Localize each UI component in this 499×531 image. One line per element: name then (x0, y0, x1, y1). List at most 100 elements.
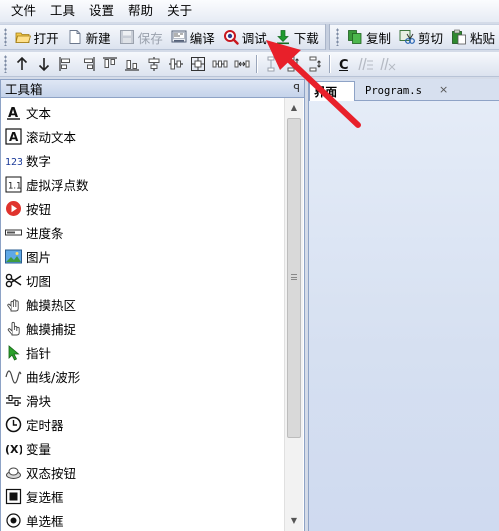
space-vertical-increase-icon (287, 56, 299, 72)
cut-button[interactable]: 剪切 (395, 26, 447, 48)
scroll-up-arrow-icon[interactable]: ▲ (285, 99, 303, 116)
toolbox-item-text[interactable]: A 文本 (1, 100, 284, 124)
toolbox-item-progress[interactable]: 进度条 (1, 220, 284, 244)
variable-icon: (X) (5, 440, 22, 457)
scrollbar-thumb[interactable] (287, 118, 301, 438)
space-vertical-increase-button[interactable] (282, 53, 304, 75)
align-top-button[interactable] (99, 53, 121, 75)
main-toolbar: 打开 新建 保存 编译 调试 下载 复制 剪切 粘贴 (0, 24, 499, 50)
toolbox-item-checkbox[interactable]: 复选框 (1, 484, 284, 508)
center-vertical-button[interactable] (165, 53, 187, 75)
tab-label: Program.s (365, 85, 422, 97)
toolbox-item-timer[interactable]: 定时器 (1, 412, 284, 436)
toolbox-item-label: 曲线/波形 (26, 369, 81, 385)
timer-icon (5, 416, 22, 433)
toolbox-item-radio[interactable]: 单选框 (1, 508, 284, 531)
text-a-icon: A (5, 104, 22, 121)
new-button[interactable]: 新建 (63, 26, 115, 48)
toolbox-scrollbar[interactable]: ▲ ▼ (284, 98, 303, 531)
toolbox-item-scroll-text[interactable]: A 滚动文本 (1, 124, 284, 148)
download-label: 下载 (293, 30, 319, 46)
menu-tools[interactable]: 工具 (43, 0, 82, 22)
menu-settings[interactable]: 设置 (82, 0, 121, 22)
number-123-icon: 123 (5, 152, 22, 169)
menu-bar: 文件 工具 设置 帮助 关于 (0, 0, 499, 22)
toolbar-grip-2[interactable] (336, 28, 339, 46)
space-decrease-button[interactable] (231, 53, 253, 75)
scroll-down-arrow-icon[interactable]: ▼ (285, 512, 303, 529)
debug-button[interactable]: 调试 (219, 26, 271, 48)
toolbox-item-label: 滚动文本 (26, 129, 77, 145)
toolbox-item-touch-hotspot[interactable]: 触摸热区 (1, 292, 284, 316)
toolbox-item-label: 进度条 (26, 225, 64, 241)
comment-lines-button[interactable] (355, 53, 377, 75)
copy-button[interactable]: 复制 (343, 26, 395, 48)
slider-icon (5, 392, 22, 409)
toolbox-item-crop[interactable]: 切图 (1, 268, 284, 292)
toolbox-item-touch-capture[interactable]: 触摸捕捉 (1, 316, 284, 340)
toolbox-item-label: 触摸热区 (26, 297, 77, 313)
uncomment-lines-button[interactable] (377, 53, 399, 75)
comment-button[interactable]: C (333, 53, 355, 75)
menu-help[interactable]: 帮助 (121, 0, 160, 22)
menu-file[interactable]: 文件 (4, 0, 43, 22)
tab-close-icon[interactable]: × (439, 83, 448, 96)
align-left-button[interactable] (55, 53, 77, 75)
svg-text:A: A (9, 130, 19, 144)
toolbox-panel: A 文本 A 滚动文本 123 数字 1.1 虚拟浮点数 按钮 进度条 图片 切… (0, 98, 305, 531)
space-decrease-icon (234, 60, 250, 68)
comment-lines-icon (358, 57, 373, 71)
space-vertical-button[interactable] (260, 53, 282, 75)
download-button[interactable]: 下载 (271, 26, 323, 48)
toolbar-grip[interactable] (4, 28, 7, 46)
cut-label: 剪切 (417, 30, 443, 46)
move-up-button[interactable] (11, 53, 33, 75)
scroll-text-icon: A (5, 127, 22, 145)
toolbox-item-label: 数字 (26, 153, 52, 169)
toolbox-item-button[interactable]: 按钮 (1, 196, 284, 220)
space-vertical-icon (267, 56, 275, 72)
paste-icon (451, 29, 467, 45)
pin-icon[interactable]: ꟼ (293, 82, 300, 95)
center-in-parent-button[interactable] (187, 53, 209, 75)
toolbox-item-number[interactable]: 123 数字 (1, 148, 284, 172)
paste-button[interactable]: 粘贴 (447, 26, 499, 48)
svg-text:C: C (339, 58, 349, 72)
alignment-toolbar-grip[interactable] (4, 55, 7, 73)
toolbox-item-label: 单选框 (26, 513, 64, 529)
arrow-down-icon (38, 58, 50, 72)
space-vertical-decrease-button[interactable] (304, 53, 326, 75)
editor-area: 界面 Program.s × (308, 79, 499, 531)
toolbox-panel-header: 工具箱 ꟼ (0, 79, 305, 98)
tab-interface[interactable]: 界面 (309, 81, 355, 101)
compile-button[interactable]: 编译 (167, 26, 219, 48)
toolbox-item-picture[interactable]: 图片 (1, 244, 284, 268)
toolbox-item-slider[interactable]: 滑块 (1, 388, 284, 412)
new-file-icon (67, 29, 83, 45)
open-button[interactable]: 打开 (11, 26, 63, 48)
save-label: 保存 (137, 30, 163, 46)
folder-open-icon (15, 29, 31, 45)
toolbox-title: 工具箱 (5, 82, 43, 97)
align-right-button[interactable] (77, 53, 99, 75)
toolbox-item-dual-state-button[interactable]: 双态按钮 (1, 460, 284, 484)
radio-icon (5, 512, 22, 529)
copy-icon (347, 29, 363, 45)
menu-about[interactable]: 关于 (160, 0, 199, 22)
space-horizontal-icon (212, 60, 228, 68)
toolbox-item-waveform[interactable]: 曲线/波形 (1, 364, 284, 388)
hand-touch-icon (5, 296, 22, 313)
toolbox-item-label: 文本 (26, 105, 52, 121)
tab-label: 界面 (314, 84, 337, 99)
center-horizontal-button[interactable] (143, 53, 165, 75)
save-button[interactable]: 保存 (115, 26, 167, 48)
toolbox-item-float[interactable]: 1.1 虚拟浮点数 (1, 172, 284, 196)
toolbox-item-pointer[interactable]: 指针 (1, 340, 284, 364)
toolbox-item-variable[interactable]: (X) 变量 (1, 436, 284, 460)
toolbox-item-label: 复选框 (26, 489, 64, 505)
move-down-button[interactable] (33, 53, 55, 75)
toolbox-item-label: 滑块 (26, 393, 52, 409)
align-bottom-button[interactable] (121, 53, 143, 75)
space-horizontal-button[interactable] (209, 53, 231, 75)
arrow-up-icon (16, 56, 28, 70)
